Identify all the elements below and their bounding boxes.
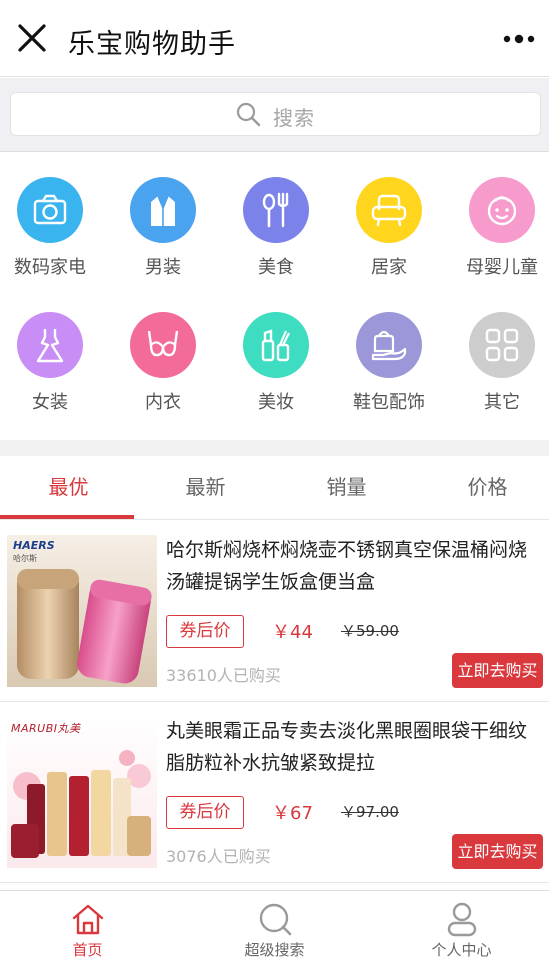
brand-subtitle: 哈尔斯 [13,554,37,563]
cosmetics-icon [243,312,309,378]
grid-icon [469,312,535,378]
tab-sales[interactable]: 销量 [278,456,415,520]
category-label: 其它 [484,392,520,413]
coupon-badge: 券后价 [166,796,244,829]
category-grid: 数码家电 男装 美食 居家 母婴儿童 女装 内衣 美妆 鞋包配饰 其它 [0,153,549,440]
category-label: 内衣 [145,392,181,413]
sort-tabs: 最优 最新 销量 价格 [0,456,549,520]
app-screen: 乐宝购物助手 搜索 数码家电 男装 美食 居家 母婴儿童 女装 内衣 美妆 鞋包… [0,0,549,960]
nav-label: 超级搜索 [244,941,305,959]
suit-icon [130,177,196,243]
armchair-icon [356,177,422,243]
close-icon[interactable] [14,20,50,56]
original-price: ￥97.00 [341,803,399,821]
buy-now-button[interactable]: 立即去购买 [452,834,543,869]
product-card[interactable]: MARUBI丸美 丸美眼霜正品专卖去淡化黑眼圈眼袋干细纹脂肪粒补水抗皱紧致提拉 … [0,703,549,883]
nav-label: 个人中心 [431,941,492,959]
app-title: 乐宝购物助手 [68,29,236,60]
active-tab-indicator [0,515,134,519]
search-input[interactable]: 搜索 [10,92,541,136]
nav-home[interactable]: 首页 [0,891,179,960]
coupon-badge: 券后价 [166,615,244,648]
baby-face-icon [469,177,535,243]
category-label: 美妆 [258,392,294,413]
category-label: 母婴儿童 [466,257,538,278]
search-area: 搜索 [0,78,549,152]
category-label: 美食 [258,257,294,278]
nav-label: 首页 [72,941,103,959]
nav-super-search[interactable]: 超级搜索 [183,891,366,960]
original-price: ￥59.00 [341,622,399,640]
product-card[interactable]: HAERS 哈尔斯 哈尔斯焖烧杯焖烧壶不锈钢真空保温桶闷烧汤罐提锅学生饭盒便当盒… [0,522,549,702]
category-label: 鞋包配饰 [353,392,425,413]
category-label: 女装 [32,392,68,413]
tab-best[interactable]: 最优 [0,456,137,520]
more-dots-icon[interactable] [499,24,539,54]
search-placeholder: 搜索 [273,106,315,130]
spoon-fork-icon [243,177,309,243]
bra-icon [130,312,196,378]
tab-price[interactable]: 价格 [419,456,549,520]
coupon-price: ￥44 [272,622,313,643]
camera-icon [17,177,83,243]
category-label: 数码家电 [14,257,86,278]
search-icon [259,903,292,936]
tab-newest[interactable]: 最新 [137,456,274,520]
product-image[interactable]: MARUBI丸美 [7,716,157,868]
bag-shoe-icon [356,312,422,378]
nav-profile[interactable]: 个人中心 [370,891,549,960]
section-divider [0,440,549,456]
brand-logo: MARUBI丸美 [11,720,81,736]
title-bar: 乐宝购物助手 [0,0,549,77]
dress-icon [17,312,83,378]
brand-logo: HAERS [13,539,55,552]
search-icon [236,102,261,127]
coupon-price: ￥67 [272,803,313,824]
brand-name: MARUBI [11,722,58,735]
product-image[interactable]: HAERS 哈尔斯 [7,535,157,687]
sold-count: 3076人已购买 [166,847,271,866]
bottom-nav: 首页 超级搜索 个人中心 [0,890,549,960]
product-title[interactable]: 哈尔斯焖烧杯焖烧壶不锈钢真空保温桶闷烧汤罐提锅学生饭盒便当盒 [166,534,544,598]
brand-subtitle: 丸美 [57,722,81,735]
user-icon [447,902,477,937]
product-title[interactable]: 丸美眼霜正品专卖去淡化黑眼圈眼袋干细纹脂肪粒补水抗皱紧致提拉 [166,715,544,779]
buy-now-button[interactable]: 立即去购买 [452,653,543,688]
category-label: 男装 [145,257,181,278]
home-icon [72,904,104,935]
sold-count: 33610人已购买 [166,666,281,685]
category-label: 居家 [371,257,407,278]
